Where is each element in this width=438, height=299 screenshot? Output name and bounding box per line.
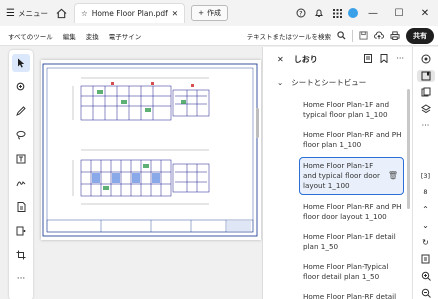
- floor-plan-drawing: [42, 63, 258, 237]
- section-label: シートとシートビュー: [291, 77, 367, 87]
- refresh-icon[interactable]: ↻: [417, 237, 435, 249]
- page-icon[interactable]: [12, 198, 30, 216]
- svg-text:?: ?: [299, 10, 302, 17]
- new-tab-button[interactable]: + 作成: [191, 5, 228, 21]
- bookmarks-title: しおり: [293, 54, 318, 64]
- current-page-number[interactable]: [3]: [417, 170, 435, 182]
- close-window-icon[interactable]: ✕: [412, 0, 438, 26]
- titlebar-right: ? — ☐ ✕: [292, 0, 438, 26]
- zoom-tool-icon[interactable]: [12, 78, 30, 96]
- close-tab-icon[interactable]: ✕: [172, 9, 178, 18]
- document-tab[interactable]: ☆ Home Floor Plan.pdf ✕: [73, 3, 186, 23]
- expand-bookmark-icon[interactable]: [364, 53, 373, 65]
- notification-bell-icon[interactable]: [310, 5, 328, 21]
- plus-icon: +: [198, 9, 204, 17]
- pdf-page[interactable]: [41, 60, 261, 240]
- pen-annotate-icon[interactable]: [12, 102, 30, 120]
- zoom-in-icon[interactable]: [417, 270, 435, 282]
- more-panels-icon[interactable]: ···: [417, 120, 435, 132]
- bookmark-item[interactable]: Home Floor Plan-1F detail plan 1_50: [301, 229, 404, 255]
- bookmarks-panel: ✕ しおり ··· ⌄ シートとシートビュー Home Floor Plan-1…: [262, 47, 412, 299]
- toolbar-right: テキストまたはツールを検索 共有: [247, 26, 434, 46]
- page-fit-icon[interactable]: [417, 254, 435, 266]
- text-box-icon[interactable]: [12, 150, 30, 168]
- title-bar: ☰ メニュー ☆ Home Floor Plan.pdf ✕ + 作成 ? — …: [0, 0, 438, 26]
- bookmarks-panel-icon[interactable]: [416, 69, 435, 82]
- print-icon[interactable]: [390, 30, 400, 42]
- canvas-scrollbar[interactable]: [256, 108, 259, 138]
- save-icon[interactable]: [359, 30, 368, 42]
- page-count: 8: [423, 188, 428, 197]
- bookmark-item[interactable]: Home Floor Plan-Typical floor detail pla…: [301, 259, 404, 285]
- bookmark-item[interactable]: Home Floor Plan-RF and PH floor plan 1_1…: [301, 127, 404, 153]
- bookmark-item[interactable]: Home Floor Plan-RF detail: [301, 289, 404, 299]
- pages-icon[interactable]: [417, 87, 435, 99]
- menu-all-tools[interactable]: すべてのツール: [8, 31, 53, 41]
- minimize-icon[interactable]: —: [360, 0, 386, 26]
- zoom-out-icon[interactable]: [417, 287, 435, 299]
- new-tab-label: 作成: [206, 9, 221, 17]
- avatar[interactable]: [348, 8, 358, 18]
- bookmark-item[interactable]: Home Floor Plan-1F and typical floor pla…: [301, 97, 404, 123]
- document-tab-title: Home Floor Plan.pdf: [91, 9, 168, 18]
- select-cursor-icon[interactable]: [12, 54, 30, 72]
- apps-grid-icon[interactable]: [328, 5, 346, 21]
- cloud-upload-icon[interactable]: [374, 31, 384, 42]
- insert-page-icon[interactable]: [12, 222, 30, 240]
- help-icon[interactable]: ?: [292, 5, 310, 21]
- close-panel-icon[interactable]: ✕: [277, 55, 284, 64]
- main-menu-button[interactable]: ☰ メニュー: [6, 8, 48, 19]
- search-icon[interactable]: [337, 30, 346, 42]
- panel-scrollbar[interactable]: [407, 89, 410, 209]
- star-icon[interactable]: ☆: [81, 9, 88, 18]
- tool-menu: すべてのツール 編集 変換 電子サイン: [8, 31, 141, 41]
- share-button[interactable]: 共有: [406, 28, 434, 44]
- menu-convert[interactable]: 変換: [86, 31, 99, 41]
- main-menu-label: メニュー: [17, 8, 48, 18]
- bookmark-item-selected[interactable]: Home Floor Plan-1F and typical floor doo…: [299, 157, 404, 195]
- layers-icon[interactable]: [417, 103, 435, 115]
- trash-icon[interactable]: 🗑: [388, 171, 398, 181]
- menu-e-sign[interactable]: 電子サイン: [109, 31, 142, 41]
- signature-icon[interactable]: [12, 174, 30, 192]
- quick-tools-bar: ···: [9, 50, 33, 299]
- bookmarks-header: ✕ しおり ···: [263, 47, 412, 71]
- chevron-down-page-icon[interactable]: ⌄: [417, 220, 435, 232]
- comment-icon[interactable]: [417, 53, 435, 65]
- home-icon[interactable]: [54, 5, 70, 21]
- right-sidebar: ··· [3] 8 ⌃ ⌄ ↻: [412, 47, 438, 299]
- lasso-icon[interactable]: [12, 126, 30, 144]
- toolbar-divider: [352, 30, 353, 42]
- search-tools-label[interactable]: テキストまたはツールを検索: [247, 31, 331, 41]
- bookmark-item-label: Home Floor Plan-1F and typical floor doo…: [303, 161, 380, 190]
- menu-edit[interactable]: 編集: [63, 31, 76, 41]
- chevron-up-icon[interactable]: ⌃: [417, 203, 435, 215]
- hamburger-icon: ☰: [6, 7, 15, 19]
- app-toolbar: すべてのツール 編集 変換 電子サイン テキストまたはツールを検索 共有: [0, 26, 438, 46]
- bookmark-section[interactable]: ⌄ シートとシートビュー: [263, 71, 412, 93]
- more-tools-icon[interactable]: ···: [12, 270, 30, 288]
- maximize-icon[interactable]: ☐: [386, 0, 412, 26]
- bookmark-item[interactable]: Home Floor Plan-RF and PH floor door lay…: [301, 199, 404, 225]
- chevron-down-icon[interactable]: ⌄: [277, 78, 283, 87]
- crop-icon[interactable]: [12, 246, 30, 264]
- bookmark-options-icon[interactable]: ···: [396, 54, 404, 65]
- add-bookmark-icon[interactable]: [380, 53, 388, 65]
